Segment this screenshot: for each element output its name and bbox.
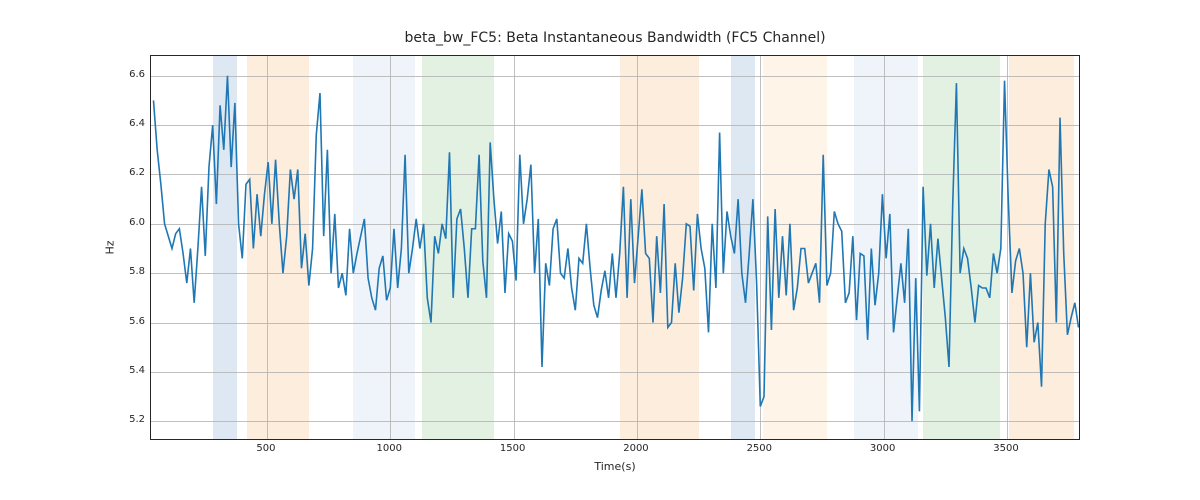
y-tick-label: 5.4 [110, 365, 145, 376]
y-tick-label: 6.0 [110, 217, 145, 228]
y-tick-label: 5.6 [110, 316, 145, 327]
x-tick-label: 2500 [729, 443, 789, 454]
x-tick-label: 2000 [606, 443, 666, 454]
line-series [151, 56, 1079, 439]
y-tick-label: 6.2 [110, 167, 145, 178]
y-axis-label-text: Hz [103, 240, 116, 254]
chart-title: beta_bw_FC5: Beta Instantaneous Bandwidt… [150, 30, 1080, 46]
x-tick-label: 500 [236, 443, 296, 454]
y-axis-label: Hz [100, 55, 120, 440]
plot-area [150, 55, 1080, 440]
x-tick-label: 1000 [359, 443, 419, 454]
x-axis-label: Time(s) [150, 460, 1080, 473]
y-tick-label: 6.6 [110, 69, 145, 80]
x-tick-label: 1500 [483, 443, 543, 454]
x-tick-label: 3000 [853, 443, 913, 454]
x-tick-label: 3500 [976, 443, 1036, 454]
y-tick-label: 6.4 [110, 118, 145, 129]
y-tick-label: 5.2 [110, 414, 145, 425]
y-tick-label: 5.8 [110, 266, 145, 277]
figure: beta_bw_FC5: Beta Instantaneous Bandwidt… [0, 0, 1200, 500]
